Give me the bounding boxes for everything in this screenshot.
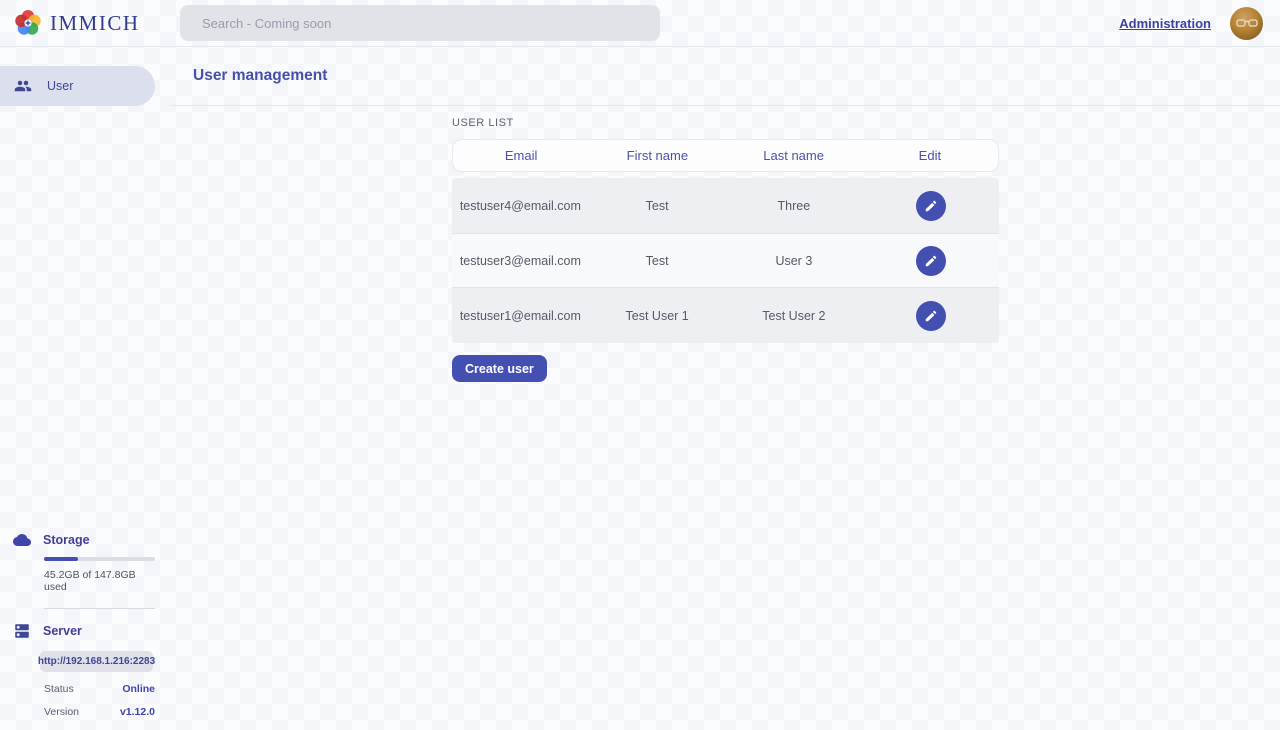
users-icon: [14, 77, 32, 95]
sidebar-footer: Storage 45.2GB of 147.8GB used Server ht…: [0, 531, 155, 718]
storage-progress-fill: [44, 557, 78, 561]
administration-link[interactable]: Administration: [1119, 16, 1211, 31]
storage-usage-text: 45.2GB of 147.8GB used: [44, 569, 155, 593]
user-table-body: testuser4@email.comTestThreetestuser3@em…: [452, 178, 999, 343]
column-header: Edit: [862, 148, 998, 163]
top-bar: IMMICH Administration: [0, 0, 1280, 47]
server-heading: Server: [0, 622, 155, 640]
column-header: First name: [589, 148, 725, 163]
cloud-icon: [13, 531, 31, 549]
logo-text: IMMICH: [50, 11, 140, 36]
cell-edit: [862, 301, 999, 331]
table-row: testuser1@email.comTest User 1Test User …: [452, 288, 999, 343]
sidebar: User Storage 45.2GB of 147.8GB used Serv…: [0, 47, 155, 730]
version-value: v1.12.0: [120, 706, 155, 718]
edit-user-button[interactable]: [916, 191, 946, 221]
create-user-button[interactable]: Create user: [452, 355, 547, 382]
server-title: Server: [43, 624, 82, 638]
pencil-icon: [924, 254, 938, 268]
page-header: User management: [171, 47, 1280, 106]
cell-edit: [862, 246, 999, 276]
section-label: USER LIST: [452, 117, 999, 129]
storage-heading: Storage: [0, 531, 155, 549]
main-content: User management USER LIST EmailFirst nam…: [155, 47, 1280, 730]
cell-edit: [862, 191, 999, 221]
server-version-row: Version v1.12.0: [44, 706, 155, 718]
page-title: User management: [193, 67, 327, 85]
topbar-right: Administration: [1119, 7, 1280, 40]
edit-user-button[interactable]: [916, 301, 946, 331]
pencil-icon: [924, 199, 938, 213]
server-icon: [13, 622, 31, 640]
server-url-badge: http://192.168.1.216:2283: [40, 651, 153, 672]
cell-first-name: Test: [589, 254, 726, 268]
status-label: Status: [44, 683, 74, 695]
search-input[interactable]: [180, 5, 660, 41]
footer-divider: [44, 608, 155, 609]
user-list-section: USER LIST EmailFirst nameLast nameEdit t…: [452, 117, 999, 382]
glasses-icon: [1236, 18, 1258, 28]
user-table-header: EmailFirst nameLast nameEdit: [452, 139, 999, 172]
status-value: Online: [122, 683, 155, 695]
storage-title: Storage: [43, 533, 90, 547]
cell-first-name: Test User 1: [589, 309, 726, 323]
cell-last-name: Three: [726, 199, 863, 213]
table-row: testuser3@email.comTestUser 3: [452, 233, 999, 288]
table-row: testuser4@email.comTestThree: [452, 178, 999, 233]
app-logo[interactable]: IMMICH: [0, 8, 140, 38]
server-status-row: Status Online: [44, 683, 155, 695]
user-avatar[interactable]: [1230, 7, 1263, 40]
version-label: Version: [44, 706, 79, 718]
cell-email: testuser1@email.com: [452, 309, 589, 323]
cell-last-name: Test User 2: [726, 309, 863, 323]
cell-email: testuser3@email.com: [452, 254, 589, 268]
storage-progress-bar: [44, 557, 155, 561]
sidebar-item-user[interactable]: User: [0, 66, 155, 106]
column-header: Email: [453, 148, 589, 163]
pencil-icon: [924, 309, 938, 323]
cell-last-name: User 3: [726, 254, 863, 268]
cell-first-name: Test: [589, 199, 726, 213]
sidebar-item-label: User: [47, 79, 73, 93]
edit-user-button[interactable]: [916, 246, 946, 276]
cell-email: testuser4@email.com: [452, 199, 589, 213]
immich-flower-icon: [13, 8, 43, 38]
column-header: Last name: [726, 148, 862, 163]
